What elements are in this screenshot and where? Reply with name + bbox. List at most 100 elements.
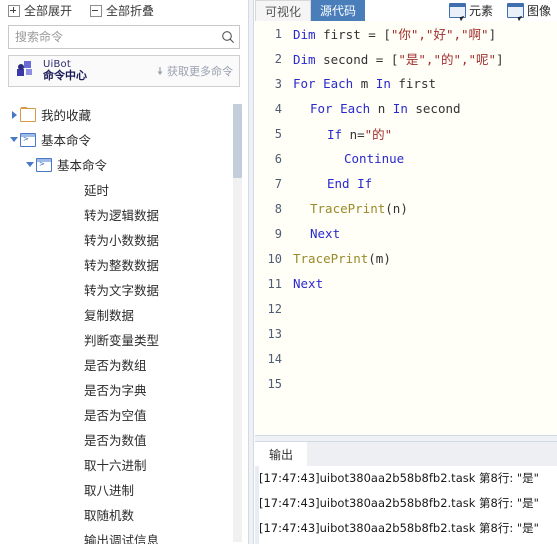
tree-item-label: 输出调试信息 — [84, 533, 160, 544]
code-line[interactable]: 8 TracePrint(n) — [255, 196, 557, 221]
code-text: For Each m In first — [289, 76, 557, 91]
output-tabbar: 输出 — [255, 442, 557, 466]
line-number: 3 — [274, 76, 282, 91]
code-text: Next — [289, 226, 557, 241]
line-number: 2 — [274, 51, 282, 66]
tree-item-label: 是否为数组 — [84, 358, 147, 373]
code-line[interactable]: 6 Continue — [255, 146, 557, 171]
code-line[interactable]: 13 — [255, 321, 557, 346]
uibot-logo-icon — [15, 60, 39, 82]
download-arrow-icon — [157, 66, 163, 75]
line-number: 8 — [274, 201, 282, 216]
pick-element-button[interactable]: 元素 — [448, 2, 493, 22]
tree-item[interactable]: 转为逻辑数据 — [0, 202, 248, 227]
code-line[interactable]: 4 For Each n In second — [255, 96, 557, 121]
line-number: 10 — [267, 251, 282, 266]
output-log-line: [17:47:43]uibot380aa2b58b8fb2.task 第8行: … — [259, 496, 539, 510]
pick-image-button[interactable]: 图像 — [506, 2, 551, 22]
tab-source-code-label: 源代码 — [320, 4, 357, 18]
code-line[interactable]: 15 — [255, 371, 557, 396]
code-token-pl: n — [377, 101, 393, 116]
tree-item-label: 延时 — [84, 183, 110, 198]
tree-item[interactable]: 转为整数数据 — [0, 252, 248, 277]
code-token-str: "是","的","呢" — [398, 52, 497, 67]
search-input[interactable] — [9, 30, 217, 44]
expand-all-button[interactable]: 全部展开 — [8, 5, 72, 17]
tree-item[interactable]: 转为文字数据 — [0, 277, 248, 302]
tree-item[interactable]: 复制数据 — [0, 302, 248, 327]
tree-item-label: 是否为空值 — [84, 408, 147, 423]
code-text: Continue — [289, 151, 557, 166]
twisty-expanded-icon[interactable] — [24, 162, 36, 167]
code-line[interactable]: 11 Next — [255, 271, 557, 296]
code-text: TracePrint(n) — [289, 201, 557, 216]
code-line[interactable]: 2 Dim second = ["是","的","呢"] — [255, 46, 557, 71]
output-log-line: [17:47:43]uibot380aa2b58b8fb2.task 第8行: … — [259, 521, 539, 535]
search-command-box[interactable] — [8, 25, 240, 49]
tab-visualization[interactable]: 可视化 — [255, 0, 312, 21]
code-line[interactable]: 3 For Each m In first — [255, 71, 557, 96]
code-token-pl: n= — [349, 127, 365, 142]
output-log-list: [17:47:43]uibot380aa2b58b8fb2.task 第8行: … — [255, 466, 557, 544]
tree-item-label: 取随机数 — [84, 508, 135, 523]
get-more-commands-link[interactable]: 获取更多命令 — [156, 63, 233, 79]
tab-source-code[interactable]: 源代码 — [311, 0, 366, 21]
code-token-pl: first — [398, 76, 437, 91]
editor-tabbar: 可视化 源代码 元素 图像 — [255, 0, 557, 22]
tree-item[interactable]: 取十六进制 — [0, 452, 248, 477]
tree-item[interactable]: 判断变量类型 — [0, 327, 248, 352]
command-tree[interactable]: 我的收藏基本命令基本命令延时转为逻辑数据转为小数数据转为整数数据转为文字数据复制… — [0, 102, 248, 544]
tree-item-label: 我的收藏 — [41, 108, 92, 123]
tree-item[interactable]: 是否为数值 — [0, 427, 248, 452]
tab-output-label: 输出 — [269, 447, 294, 462]
code-line[interactable]: 10 TracePrint(m) — [255, 246, 557, 271]
tree-item[interactable]: 转为小数数据 — [0, 227, 248, 252]
tree-item[interactable]: 延时 — [0, 177, 248, 202]
tree-item[interactable]: 是否为字典 — [0, 377, 248, 402]
output-horizontal-divider[interactable] — [255, 435, 557, 442]
code-text: If n="的" — [289, 124, 557, 143]
line-number: 14 — [267, 351, 282, 366]
code-token-kw: Next — [310, 226, 341, 241]
line-number: 9 — [274, 226, 282, 241]
tree-item[interactable]: 我的收藏 — [0, 102, 248, 127]
code-token-kw: Continue — [344, 151, 405, 166]
tree-item[interactable]: 取八进制 — [0, 477, 248, 502]
brand-line-2: 命令中心 — [43, 69, 87, 83]
line-number: 11 — [267, 276, 282, 291]
code-token-pl: m — [360, 76, 376, 91]
twisty-expanded-icon[interactable] — [8, 137, 20, 142]
plus-box-icon — [8, 5, 20, 17]
code-token-kw: For Each — [293, 76, 361, 91]
code-line[interactable]: 12 — [255, 296, 557, 321]
element-picker-icon — [448, 3, 469, 22]
tree-item-label: 取十六进制 — [84, 458, 147, 473]
command-center-banner[interactable]: UiBot 命令中心 获取更多命令 — [8, 55, 240, 87]
tree-item[interactable]: 取随机数 — [0, 502, 248, 527]
code-token-pl: second = [ — [323, 52, 399, 67]
command-tree-scrollbar-thumb[interactable] — [233, 104, 242, 178]
tree-item[interactable]: 是否为数组 — [0, 352, 248, 377]
command-group-icon — [36, 157, 52, 172]
command-group-icon — [20, 132, 36, 147]
pick-image-label: 图像 — [526, 4, 551, 18]
source-code-editor[interactable]: 1 Dim first = ["你","好","啊"] 2 Dim second = … — [255, 21, 557, 435]
search-icon[interactable] — [217, 30, 239, 44]
tree-item[interactable]: 输出调试信息 — [0, 527, 248, 544]
tree-item[interactable]: 基本命令 — [0, 152, 248, 177]
tree-item-label: 复制数据 — [84, 308, 135, 323]
code-token-kw: Dim — [293, 27, 324, 42]
line-number: 1 — [274, 26, 282, 41]
twisty-collapsed-icon[interactable] — [8, 110, 20, 119]
collapse-all-button[interactable]: 全部折叠 — [90, 5, 154, 17]
code-line[interactable]: 14 — [255, 346, 557, 371]
code-line[interactable]: 1 Dim first = ["你","好","啊"] — [255, 21, 557, 46]
tab-output[interactable]: 输出 — [255, 442, 308, 466]
code-line[interactable]: 5 If n="的" — [255, 121, 557, 146]
panel-vertical-divider[interactable] — [248, 0, 254, 544]
tree-item[interactable]: 基本命令 — [0, 127, 248, 152]
code-line[interactable]: 7 End If — [255, 171, 557, 196]
uibot-brand: UiBot 命令中心 — [43, 59, 87, 83]
code-line[interactable]: 9 Next — [255, 221, 557, 246]
tree-item[interactable]: 是否为空值 — [0, 402, 248, 427]
